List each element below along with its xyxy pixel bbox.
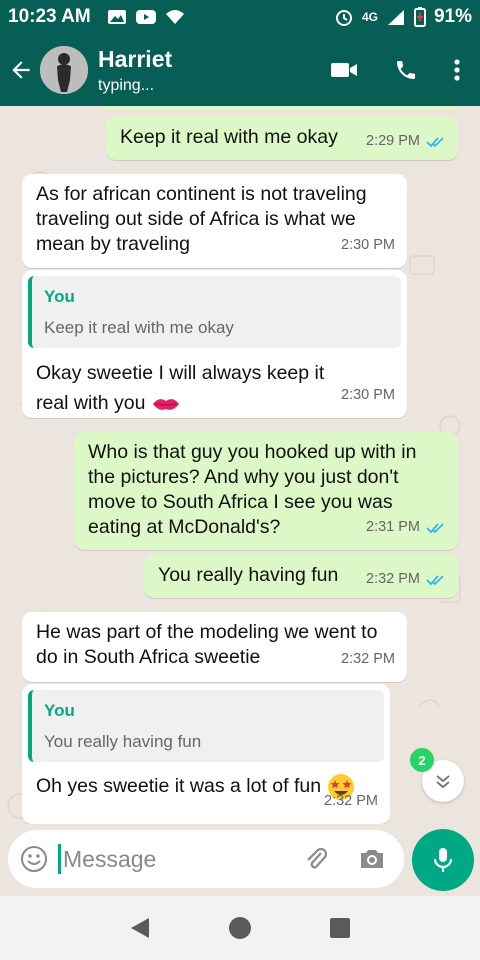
message-time: 2:29 PM: [366, 133, 420, 149]
arrow-left-icon: [12, 61, 30, 79]
text-cursor: [58, 844, 61, 874]
network-type: 4G: [361, 10, 378, 24]
contact-info[interactable]: Harriet typing...: [98, 46, 172, 95]
message-bubble[interactable]: Keep it real with me okay 2:29 PM: [106, 116, 458, 160]
message-time: 2:32 PM: [341, 651, 395, 667]
chat-header: Harriet typing...: [0, 34, 480, 106]
camera-icon[interactable]: [358, 847, 386, 871]
avatar-image: [40, 46, 88, 94]
wifi-icon: [165, 10, 184, 24]
quoted-message[interactable]: You You really having fun: [28, 690, 384, 762]
avatar[interactable]: [40, 46, 88, 94]
video-call-icon[interactable]: [330, 60, 358, 80]
double-chevron-down-icon: [436, 775, 450, 789]
message-bubble[interactable]: As for african continent is not travelin…: [22, 174, 407, 268]
read-ticks-icon: [426, 136, 444, 147]
youtube-icon: [135, 10, 156, 24]
quote-author: You: [44, 701, 75, 720]
alarm-icon: [335, 10, 352, 26]
attach-icon[interactable]: [302, 845, 330, 873]
read-ticks-icon: [426, 574, 444, 585]
status-bar: 10:23 AM 4G 91%: [0, 0, 480, 34]
quote-text: Keep it real with me okay: [44, 318, 234, 337]
nav-back-icon[interactable]: [129, 916, 151, 940]
nav-home-icon[interactable]: [228, 916, 252, 940]
message-text: He was part of the modeling we went to d…: [36, 621, 378, 668]
unread-badge: 2: [410, 748, 434, 772]
nav-recents-icon[interactable]: [329, 917, 351, 939]
quoted-message[interactable]: You Keep it real with me okay: [28, 276, 401, 348]
read-ticks-icon: [426, 522, 444, 533]
message-bubble[interactable]: You really having fun 2:32 PM: [144, 554, 458, 598]
message-text: Oh yes sweetie it was a lot of fun: [36, 775, 322, 798]
quote-author: You: [44, 287, 75, 306]
message-input[interactable]: Message: [63, 846, 156, 873]
battery-icon: [413, 7, 426, 27]
microphone-icon: [433, 848, 453, 872]
message-time: 2:30 PM: [341, 237, 395, 253]
quote-text: You really having fun: [44, 732, 202, 751]
phone-icon[interactable]: [394, 58, 418, 82]
status-time: 10:23 AM: [8, 6, 91, 27]
message-time: 2:30 PM: [341, 387, 395, 403]
system-nav-bar: [0, 896, 480, 960]
chat-area[interactable]: Keep it real with me okay 2:29 PM As for…: [0, 106, 480, 824]
message-time: 2:31 PM: [366, 519, 420, 535]
kiss-lips-icon: [152, 398, 179, 410]
battery-level: 91%: [433, 6, 472, 27]
back-button[interactable]: [2, 34, 40, 106]
signal-icon: [387, 10, 404, 25]
emoji-icon[interactable]: [20, 845, 48, 873]
contact-status: typing...: [98, 76, 155, 94]
message-time: 2:32 PM: [366, 571, 420, 587]
message-input-bar[interactable]: Message: [8, 830, 404, 888]
voice-message-button[interactable]: [412, 829, 474, 891]
message-bubble[interactable]: Who is that guy you hooked up with in th…: [74, 432, 458, 550]
more-options-icon[interactable]: [454, 58, 460, 82]
contact-name: Harriet: [98, 45, 173, 72]
message-bubble[interactable]: You You really having fun Oh yes sweetie…: [22, 684, 390, 824]
gallery-icon: [107, 10, 126, 24]
message-bubble[interactable]: He was part of the modeling we went to d…: [22, 612, 407, 682]
message-bubble-remnant: [100, 106, 460, 110]
message-bubble[interactable]: You Keep it real with me okay Okay sweet…: [22, 270, 407, 418]
message-time: 2:32 PM: [324, 793, 378, 809]
